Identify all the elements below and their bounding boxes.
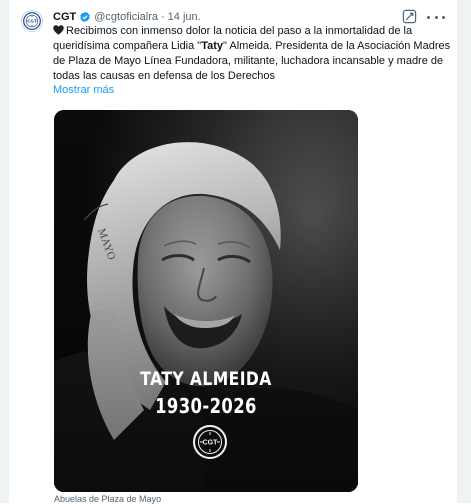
- page-left-margin: [0, 0, 9, 503]
- black-heart-icon: [53, 25, 64, 35]
- verified-badge-icon: [80, 11, 91, 23]
- tweet[interactable]: CGT CGT @cgtoficialra · 14 jun. Recibimo…: [9, 0, 457, 504]
- cgt-emblem-icon: CGT: [198, 430, 222, 454]
- media-image[interactable]: MAYO TATY ALMEIDA 1930-2026 CGT: [54, 110, 358, 492]
- page-right-margin: [457, 0, 471, 503]
- avatar-logo-text: CGT: [27, 19, 37, 24]
- tweet-text-bold: Taty: [201, 40, 224, 52]
- media-logo-text: CGT: [203, 440, 219, 447]
- account-handle[interactable]: @cgtoficialra: [94, 11, 158, 23]
- cgt-logo-icon: CGT: [23, 12, 41, 30]
- account-name[interactable]: CGT: [53, 11, 76, 23]
- overlay-name-text: TATY ALMEIDA: [140, 368, 272, 390]
- show-more-link[interactable]: Mostrar más: [53, 84, 114, 96]
- avatar[interactable]: CGT: [21, 10, 43, 32]
- header-separator: ·: [160, 11, 165, 23]
- more-options-icon[interactable]: [427, 10, 445, 24]
- overlay-years-text: 1930-2026: [155, 394, 257, 418]
- tweet-text: Recibimos con inmenso dolor la noticia d…: [53, 24, 455, 84]
- cgt-media-logo: CGT: [193, 425, 227, 459]
- post-date[interactable]: 14 jun.: [168, 11, 201, 23]
- tweet-header: CGT @cgtoficialra · 14 jun.: [53, 9, 201, 25]
- grok-icon[interactable]: [402, 9, 417, 24]
